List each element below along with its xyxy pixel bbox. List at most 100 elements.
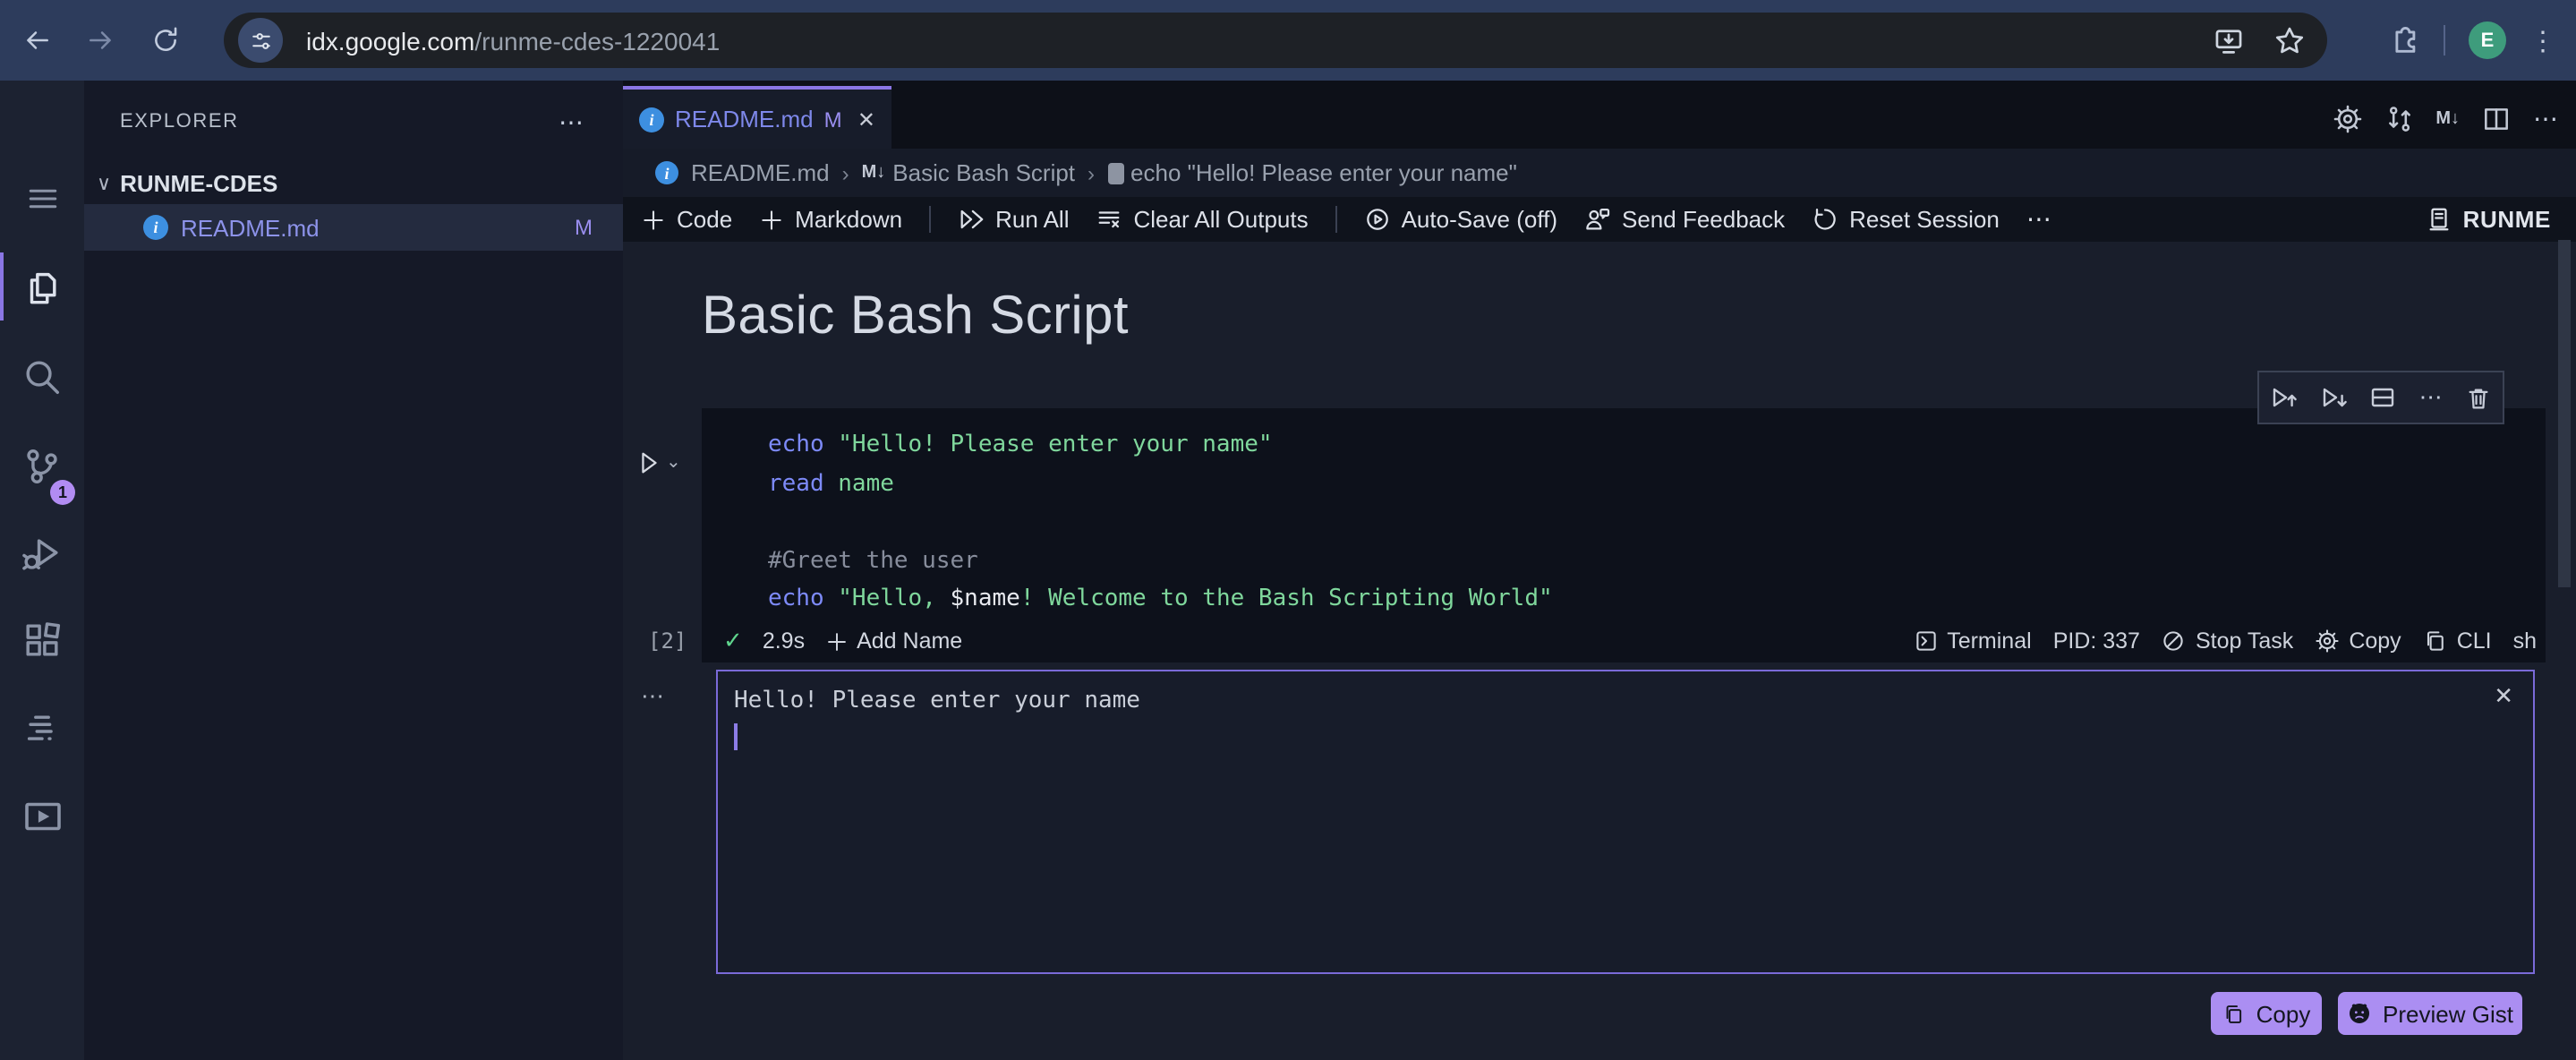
split-editor-icon[interactable] — [2481, 103, 2512, 133]
terminal-icon — [1915, 631, 1935, 651]
cell-more-actions-icon[interactable]: ⋯ — [2419, 383, 2444, 412]
modified-badge: M — [575, 215, 593, 240]
terminal-output[interactable]: Hello! Please enter your name ✕ — [716, 670, 2535, 974]
code-line[interactable]: #Greet the user — [768, 542, 1553, 580]
run-all-button[interactable]: Run All — [958, 206, 1070, 233]
output-more-actions[interactable]: ⋯ — [641, 682, 666, 711]
editor-more-actions-icon[interactable]: ⋯ — [2533, 103, 2560, 133]
code-line[interactable]: echo "Hello, $name! Welcome to the Bash … — [768, 580, 1553, 619]
add-code-cell-button[interactable]: Code — [641, 206, 732, 233]
workspace-root-row[interactable]: ∨ RUNME-CDES — [84, 163, 623, 204]
explorer-more-actions[interactable]: ⋯ — [559, 104, 584, 140]
add-name-button[interactable]: Add Name — [824, 628, 962, 654]
cell-hover-toolbar: ⋯ — [2257, 371, 2504, 424]
activity-item-runme[interactable] — [0, 782, 84, 851]
browser-forward-button[interactable] — [75, 14, 125, 64]
hamburger-icon — [28, 189, 56, 209]
cell-duration: 2.9s — [762, 628, 806, 654]
workspace-name: RUNME-CDES — [120, 170, 278, 197]
idx-workbench: idx.google.com/runme-cdes-1220041 E ⋮ 1 … — [0, 0, 2576, 1060]
clear-outputs-icon — [1099, 211, 1120, 228]
browser-back-button[interactable] — [11, 14, 61, 64]
activity-item-search[interactable] — [0, 342, 84, 410]
editor-actions: M↓ ⋯ — [2332, 91, 2560, 145]
run-cell-button[interactable]: ⌄ — [635, 449, 681, 476]
tab-readme[interactable]: i README.md M ✕ — [623, 86, 891, 149]
copy-icon — [2427, 631, 2444, 651]
chevron-down-icon[interactable]: ⌄ — [666, 453, 681, 473]
breadcrumb-section[interactable]: M↓ Basic Bash Script — [862, 159, 1075, 186]
browser-menu-icon[interactable]: ⋮ — [2529, 24, 2558, 56]
code-line[interactable]: echo "Hello! Please enter your name" — [768, 426, 1553, 465]
code-line[interactable] — [768, 503, 1553, 542]
copy-cell-button[interactable]: CLI — [2423, 628, 2492, 654]
url-host: idx.google.com — [306, 26, 475, 55]
cell-status-left: ✓ 2.9s Add Name — [723, 620, 962, 662]
send-feedback-button[interactable]: Send Feedback — [1584, 206, 1785, 233]
terminal-cursor — [734, 723, 738, 750]
split-cell-icon[interactable] — [2369, 383, 2398, 412]
autosave-toggle[interactable]: Auto-Save (off) — [1364, 206, 1557, 233]
activity-item-source-control[interactable]: 1 — [0, 432, 84, 505]
run-below-icon[interactable] — [2319, 383, 2348, 412]
tune-icon — [252, 32, 269, 48]
browser-refresh-button[interactable] — [140, 14, 190, 64]
activity-item-run-debug[interactable] — [0, 519, 84, 587]
source-control-icon — [27, 449, 57, 483]
reset-icon — [1814, 209, 1836, 230]
copy-icon — [2227, 1004, 2242, 1022]
menu-button[interactable] — [0, 165, 84, 233]
play-icon — [642, 452, 657, 474]
notebook-toolbar: Code Markdown Run All Clear All Outputs … — [623, 197, 2576, 242]
bookmark-star-icon[interactable] — [2273, 24, 2306, 56]
code-line[interactable]: read name — [768, 465, 1553, 503]
avatar-initial: E — [2480, 30, 2495, 51]
markdown-preview-icon[interactable]: M↓ — [2435, 108, 2460, 128]
clear-all-outputs-button[interactable]: Clear All Outputs — [1096, 206, 1309, 233]
chrome-separator — [2444, 25, 2445, 56]
stop-task-button[interactable]: Stop Task — [2162, 628, 2293, 654]
configure-button[interactable]: Copy — [2315, 628, 2401, 654]
breadcrumb-cell[interactable]: echo "Hello! Please enter your name" — [1107, 159, 1517, 186]
info-icon: i — [143, 215, 168, 240]
copy-output-button[interactable]: Copy — [2211, 992, 2322, 1035]
run-debug-icon — [22, 538, 58, 569]
toolbar-separator — [929, 206, 932, 233]
activity-item-task-list[interactable] — [0, 695, 84, 763]
url-path: /runme-cdes-1220041 — [474, 26, 721, 55]
close-output-icon[interactable]: ✕ — [2494, 682, 2513, 711]
runme-brand[interactable]: RUNME — [2426, 197, 2551, 242]
reset-session-button[interactable]: Reset Session — [1812, 206, 2000, 233]
runme-logo-icon — [2429, 208, 2449, 231]
editor-scrollbar-thumb[interactable] — [2558, 240, 2571, 587]
toolbar-more-icon[interactable]: ⋯ — [2026, 204, 2053, 235]
notebook-section-title: Basic Bash Script — [702, 286, 1129, 346]
code-lines[interactable]: echo "Hello! Please enter your name" read… — [768, 426, 1553, 619]
tab-close-icon[interactable]: ✕ — [857, 107, 875, 132]
file-icon — [1107, 162, 1124, 184]
site-settings-button[interactable] — [238, 18, 283, 63]
preview-gist-button[interactable]: Preview Gist — [2338, 992, 2522, 1035]
url-text[interactable]: idx.google.com/runme-cdes-1220041 — [306, 13, 720, 68]
tab-label: README.md — [675, 106, 814, 132]
activity-item-explorer[interactable] — [0, 252, 84, 321]
activity-item-extensions[interactable] — [0, 605, 84, 673]
explorer-header: EXPLORER — [120, 111, 239, 132]
run-above-icon[interactable] — [2270, 383, 2299, 412]
add-markdown-cell-button[interactable]: Markdown — [759, 206, 902, 233]
github-octocat-icon — [2350, 1003, 2370, 1024]
profile-avatar[interactable]: E — [2469, 21, 2506, 59]
breadcrumb-file[interactable]: README.md — [691, 159, 830, 186]
terminal-button[interactable]: Terminal — [1913, 628, 2032, 654]
execution-count: [2] — [648, 628, 687, 654]
swap-compare-icon[interactable] — [2384, 103, 2414, 133]
extensions-puzzle-icon[interactable] — [2386, 23, 2420, 57]
stop-icon — [2164, 631, 2184, 651]
file-row-readme[interactable]: i README.md M — [84, 204, 623, 251]
install-app-icon[interactable] — [2213, 24, 2245, 56]
delete-cell-icon[interactable] — [2465, 384, 2492, 411]
settings-gear-icon[interactable] — [2332, 103, 2362, 133]
url-bar[interactable]: idx.google.com/runme-cdes-1220041 — [224, 13, 2327, 68]
plus-icon — [644, 209, 663, 229]
plus-icon — [827, 632, 846, 650]
